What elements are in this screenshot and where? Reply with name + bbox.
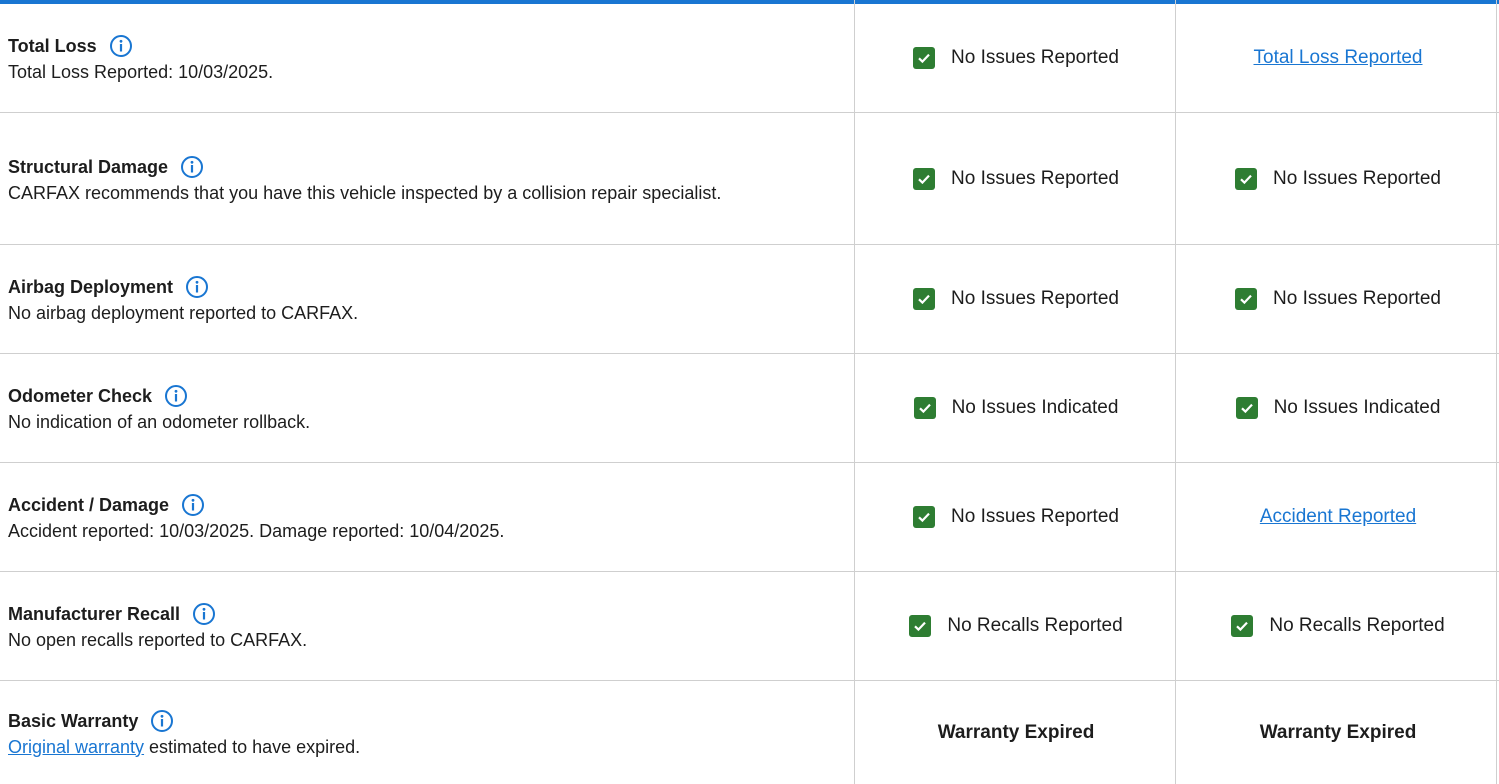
table-row-accident-damage: Accident / Damage Accident reported: 10/…	[0, 463, 1499, 572]
status-text: No Issues Indicated	[1273, 397, 1441, 418]
green-check-icon	[1231, 615, 1254, 637]
status-text: No Issues Reported	[951, 167, 1119, 189]
status-text: No Recalls Reported	[1269, 615, 1445, 636]
table-row-total-loss: Total Loss Total Loss Reported: 10/03/20…	[0, 4, 1499, 113]
row-description: Total Loss Reported: 10/03/2025.	[8, 62, 274, 82]
status-cell-col1: No Issues Reported	[856, 4, 1176, 112]
row-description: No airbag deployment reported to CARFAX.	[8, 303, 359, 323]
green-check-icon	[913, 167, 936, 190]
row-title: Airbag Deployment	[8, 277, 174, 297]
row-title-line: Total Loss	[8, 34, 848, 58]
status-cell-col1: No Issues Reported	[856, 463, 1176, 571]
column-divider	[1496, 0, 1497, 784]
table-row-structural-damage: Structural Damage CARFAX recommends that…	[0, 113, 1499, 245]
row-title-line: Structural Damage	[8, 155, 848, 179]
total-loss-reported-link[interactable]: Total Loss Reported	[1254, 47, 1423, 69]
info-icon[interactable]	[192, 602, 216, 626]
history-comparison-table: Total Loss Total Loss Reported: 10/03/20…	[0, 0, 1499, 784]
green-check-icon	[1235, 167, 1258, 190]
table-row-odometer-check: Odometer Check No indication of an odome…	[0, 354, 1499, 463]
status-cell-col1: Warranty Expired	[856, 681, 1176, 784]
row-label-cell: Accident / Damage Accident reported: 10/…	[8, 463, 848, 571]
info-icon[interactable]	[185, 275, 209, 299]
row-title: Total Loss	[8, 36, 97, 56]
info-icon[interactable]	[180, 155, 204, 179]
warranty-desc-rest: estimated to have expired.	[144, 736, 361, 757]
row-description: Accident reported: 10/03/2025. Damage re…	[8, 521, 505, 541]
row-label-cell: Odometer Check No indication of an odome…	[8, 354, 848, 462]
row-label-cell: Airbag Deployment No airbag deployment r…	[8, 245, 848, 353]
status-cell-col2: Accident Reported	[1177, 463, 1499, 571]
row-title: Manufacturer Recall	[8, 604, 181, 624]
status-cell-col1: No Issues Reported	[856, 245, 1176, 353]
row-title: Accident / Damage	[8, 495, 170, 515]
green-check-icon	[909, 615, 932, 637]
status-cell-col2: No Issues Reported	[1177, 113, 1499, 244]
status-text: No Issues Reported	[1273, 288, 1441, 309]
green-check-icon	[913, 397, 936, 419]
status-text: No Issues Reported	[951, 288, 1119, 309]
status-cell-col2: Warranty Expired	[1177, 681, 1499, 784]
green-check-icon	[1235, 288, 1258, 310]
row-label-cell: Manufacturer Recall No open recalls repo…	[8, 572, 848, 680]
column-divider	[1175, 0, 1176, 784]
status-cell-col2: No Issues Reported	[1177, 245, 1499, 353]
status-cell-col2: No Issues Indicated	[1177, 354, 1499, 462]
table-row-manufacturer-recall: Manufacturer Recall No open recalls repo…	[0, 572, 1499, 681]
status-text: No Issues Reported	[1273, 167, 1441, 189]
row-description: Original warranty estimated to have expi…	[8, 737, 848, 757]
row-title: Structural Damage	[8, 156, 169, 177]
status-text: No Issues Reported	[951, 506, 1119, 527]
row-title-line: Accident / Damage	[8, 493, 848, 517]
row-label-cell: Basic Warranty Original warranty estimat…	[8, 681, 848, 784]
green-check-icon	[913, 288, 936, 310]
status-cell-col2: Total Loss Reported	[1177, 4, 1499, 112]
green-check-icon	[913, 506, 936, 528]
status-text: No Issues Indicated	[951, 397, 1119, 418]
table-row-airbag-deployment: Airbag Deployment No airbag deployment r…	[0, 245, 1499, 354]
status-cell-col1: No Recalls Reported	[856, 572, 1176, 680]
info-icon[interactable]	[181, 493, 205, 517]
row-description: CARFAX recommends that you have this veh…	[8, 182, 722, 203]
info-icon[interactable]	[109, 34, 133, 58]
status-text: No Issues Reported	[951, 47, 1119, 68]
info-icon[interactable]	[150, 709, 174, 733]
row-title-line: Manufacturer Recall	[8, 602, 848, 626]
row-label-cell: Structural Damage CARFAX recommends that…	[8, 113, 848, 244]
row-label-cell: Total Loss Total Loss Reported: 10/03/20…	[8, 4, 848, 112]
table-row-basic-warranty: Basic Warranty Original warranty estimat…	[0, 681, 1499, 784]
row-title: Basic Warranty	[8, 710, 139, 731]
column-divider	[854, 0, 855, 784]
status-cell-col1: No Issues Reported	[856, 113, 1176, 244]
warranty-status-text: Warranty Expired	[1259, 721, 1417, 743]
status-cell-col2: No Recalls Reported	[1177, 572, 1499, 680]
green-check-icon	[1235, 397, 1258, 419]
warranty-status-text: Warranty Expired	[937, 721, 1095, 743]
info-icon[interactable]	[164, 384, 188, 408]
row-title-line: Basic Warranty	[8, 709, 848, 733]
row-title-line: Odometer Check	[8, 384, 848, 408]
row-description: No indication of an odometer rollback.	[8, 412, 311, 432]
accident-reported-link[interactable]: Accident Reported	[1260, 506, 1416, 528]
original-warranty-link[interactable]: Original warranty	[8, 737, 144, 757]
green-check-icon	[913, 47, 936, 69]
row-title-line: Airbag Deployment	[8, 275, 848, 299]
row-title: Odometer Check	[8, 386, 153, 406]
row-description: No open recalls reported to CARFAX.	[8, 630, 308, 650]
status-text: No Recalls Reported	[947, 615, 1123, 636]
status-cell-col1: No Issues Indicated	[856, 354, 1176, 462]
